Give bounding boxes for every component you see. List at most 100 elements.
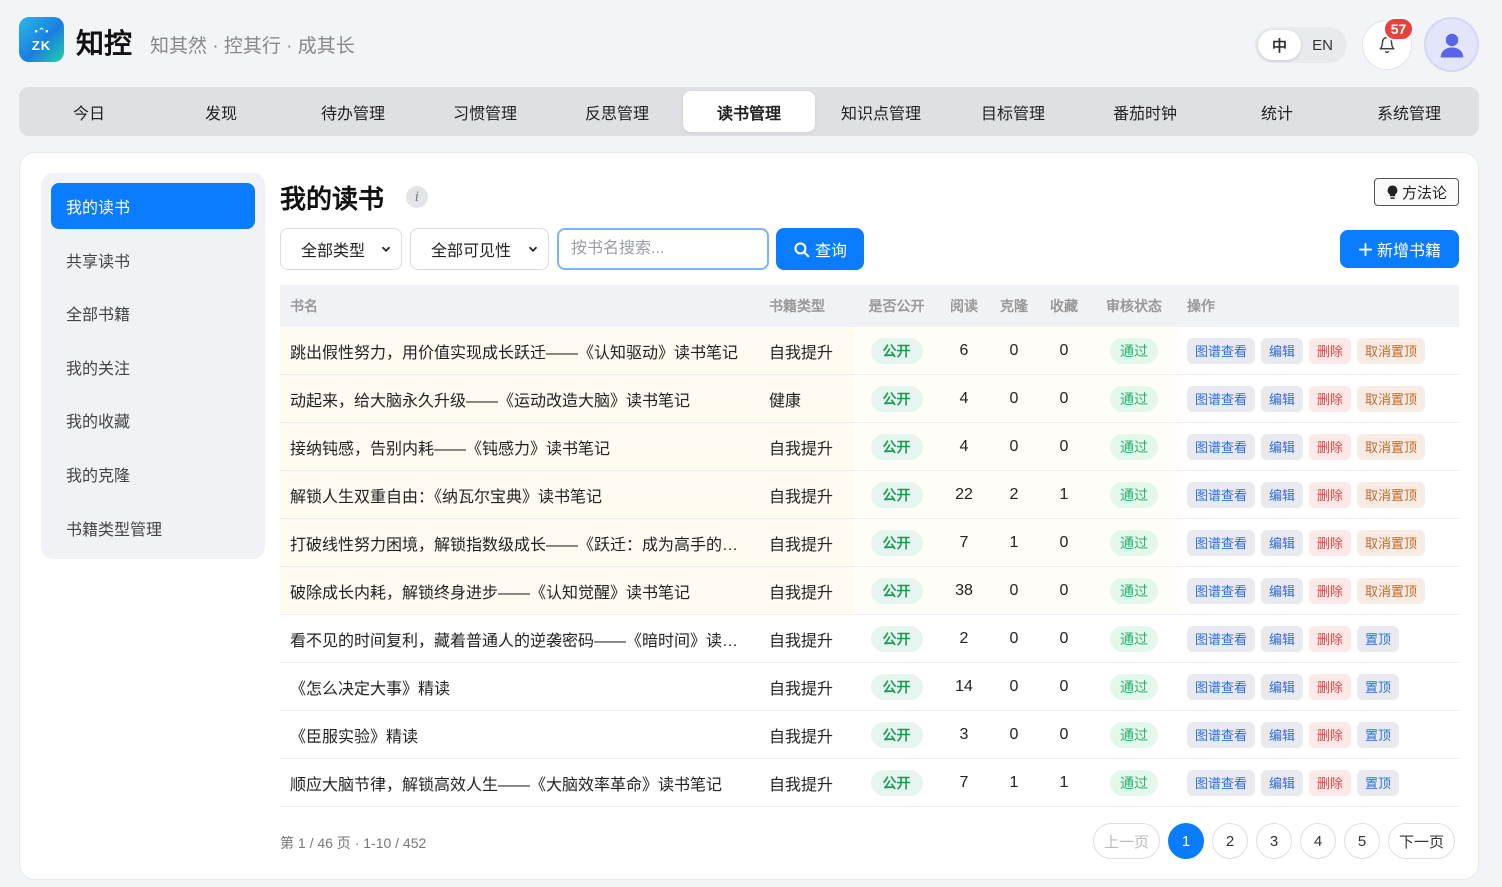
book-name-cell: 《怎么决定大事》精读	[280, 663, 759, 710]
query-button[interactable]: 查询	[776, 228, 864, 270]
nav-item-9[interactable]: 统计	[1211, 91, 1343, 132]
book-name[interactable]: 动起来，给大脑永久升级——《运动改造大脑》读书笔记	[290, 387, 690, 411]
graph-view-button[interactable]: 图谱查看	[1187, 529, 1256, 556]
ops-cell: 图谱查看 编辑 删除 取消置顶	[1179, 471, 1459, 518]
unpin-button[interactable]: 取消置顶	[1357, 433, 1426, 460]
graph-view-button[interactable]: 图谱查看	[1187, 769, 1256, 796]
graph-view-button[interactable]: 图谱查看	[1187, 337, 1256, 364]
delete-button[interactable]: 删除	[1309, 577, 1352, 604]
book-name[interactable]: 看不见的时间复利，藏着普通人的逆袭密码——《暗时间》读书...	[290, 627, 750, 651]
edit-button[interactable]: 编辑	[1261, 577, 1304, 604]
nav-item-0[interactable]: 今日	[23, 91, 155, 132]
sidebar-item-1[interactable]: 共享读书	[51, 237, 255, 283]
edit-button[interactable]: 编辑	[1261, 337, 1304, 364]
graph-view-button[interactable]: 图谱查看	[1187, 433, 1256, 460]
book-name[interactable]: 破除成长内耗，解锁终身进步——《认知觉醒》读书笔记	[290, 579, 690, 603]
delete-button[interactable]: 删除	[1309, 673, 1352, 700]
delete-button[interactable]: 删除	[1309, 433, 1352, 460]
lang-zh-button[interactable]: 中	[1258, 30, 1301, 60]
unpin-button[interactable]: 取消置顶	[1357, 337, 1426, 364]
type-select-value: 全部类型	[301, 243, 366, 260]
book-name[interactable]: 《臣服实验》精读	[290, 723, 418, 747]
page-button-3[interactable]: 3	[1256, 823, 1293, 859]
nav-item-7[interactable]: 目标管理	[947, 91, 1079, 132]
search-input[interactable]	[557, 228, 769, 270]
sidebar-item-2[interactable]: 全部书籍	[51, 290, 255, 336]
book-name[interactable]: 解锁人生双重自由：《纳瓦尔宝典》读书笔记	[290, 483, 602, 507]
add-book-button[interactable]: 新增书籍	[1340, 230, 1459, 268]
info-icon[interactable]: i	[406, 186, 428, 208]
sidebar-item-4[interactable]: 我的收藏	[51, 397, 255, 443]
delete-button[interactable]: 删除	[1309, 721, 1352, 748]
header-fav: 收藏	[1050, 298, 1078, 314]
book-name[interactable]: 打破线性努力困境，解锁指数级成长——《跃迁：成为高手的技...	[290, 531, 750, 555]
pin-button[interactable]: 置顶	[1357, 625, 1400, 652]
sidebar-item-3[interactable]: 我的关注	[51, 344, 255, 390]
delete-button[interactable]: 删除	[1309, 337, 1352, 364]
nav-item-6[interactable]: 知识点管理	[815, 91, 947, 132]
table-row: 打破线性努力困境，解锁指数级成长——《跃迁：成为高手的技... 自我提升 公开 7 1 0…	[280, 519, 1459, 567]
delete-button[interactable]: 删除	[1309, 769, 1352, 796]
nav-item-1[interactable]: 发现	[155, 91, 287, 132]
nav-item-4[interactable]: 反思管理	[551, 91, 683, 132]
nav-item-10[interactable]: 系统管理	[1343, 91, 1475, 132]
graph-view-button[interactable]: 图谱查看	[1187, 385, 1256, 412]
fav-count: 0	[1059, 629, 1069, 647]
book-name[interactable]: 跳出假性努力，用价值实现成长跃迁——《认知驱动》读书笔记	[290, 339, 738, 363]
delete-button[interactable]: 删除	[1309, 625, 1352, 652]
unpin-button[interactable]: 取消置顶	[1357, 481, 1426, 508]
visibility-select[interactable]: 全部可见性	[410, 228, 549, 270]
page-button-5[interactable]: 5	[1344, 823, 1381, 859]
page-button-2[interactable]: 2	[1212, 823, 1249, 859]
book-name[interactable]: 《怎么决定大事》精读	[290, 675, 450, 699]
lang-en-button[interactable]: EN	[1301, 30, 1344, 60]
pin-button[interactable]: 置顶	[1357, 673, 1400, 700]
read-count: 7	[959, 773, 969, 791]
next-page-button[interactable]: 下一页	[1388, 823, 1456, 859]
pin-button[interactable]: 置顶	[1357, 769, 1400, 796]
edit-button[interactable]: 编辑	[1261, 769, 1304, 796]
graph-view-button[interactable]: 图谱查看	[1187, 625, 1256, 652]
edit-button[interactable]: 编辑	[1261, 673, 1304, 700]
unpin-button[interactable]: 取消置顶	[1357, 577, 1426, 604]
nav-item-2[interactable]: 待办管理	[287, 91, 419, 132]
page-button-1[interactable]: 1	[1168, 823, 1205, 859]
user-avatar[interactable]	[1424, 17, 1479, 72]
page-button-4[interactable]: 4	[1300, 823, 1337, 859]
delete-button[interactable]: 删除	[1309, 529, 1352, 556]
status-badge: 通过	[1110, 481, 1158, 508]
graph-view-button[interactable]: 图谱查看	[1187, 577, 1256, 604]
type-select[interactable]: 全部类型	[280, 228, 402, 270]
book-name[interactable]: 接纳钝感，告别内耗——《钝感力》读书笔记	[290, 435, 610, 459]
notification-badge: 57	[1383, 17, 1414, 41]
visibility-select-value: 全部可见性	[431, 243, 512, 260]
graph-view-button[interactable]: 图谱查看	[1187, 481, 1256, 508]
nav-item-5[interactable]: 读书管理	[683, 91, 815, 132]
graph-view-button[interactable]: 图谱查看	[1187, 721, 1256, 748]
edit-button[interactable]: 编辑	[1261, 625, 1304, 652]
edit-button[interactable]: 编辑	[1261, 433, 1304, 460]
sidebar-item-0[interactable]: 我的读书	[51, 183, 255, 229]
edit-button[interactable]: 编辑	[1261, 529, 1304, 556]
unpin-button[interactable]: 取消置顶	[1357, 529, 1426, 556]
sidebar-item-5[interactable]: 我的克隆	[51, 451, 255, 497]
nav-item-3[interactable]: 习惯管理	[419, 91, 551, 132]
edit-button[interactable]: 编辑	[1261, 481, 1304, 508]
sidebar-item-6[interactable]: 书籍类型管理	[51, 505, 255, 551]
prev-page-button[interactable]: 上一页	[1093, 823, 1161, 859]
book-name-cell: 看不见的时间复利，藏着普通人的逆袭密码——《暗时间》读书...	[280, 615, 759, 662]
methodology-button[interactable]: 方法论	[1374, 178, 1459, 206]
public-badge: 公开	[870, 577, 923, 604]
graph-view-button[interactable]: 图谱查看	[1187, 673, 1256, 700]
table-row: 破除成长内耗，解锁终身进步——《认知觉醒》读书笔记 自我提升 公开 38 0 0 通过 图谱查…	[280, 567, 1459, 615]
nav-item-8[interactable]: 番茄时钟	[1079, 91, 1211, 132]
pin-button[interactable]: 置顶	[1357, 721, 1400, 748]
book-name[interactable]: 顺应大脑节律，解锁高效人生——《大脑效率革命》读书笔记	[290, 771, 722, 795]
edit-button[interactable]: 编辑	[1261, 385, 1304, 412]
read-count: 4	[939, 423, 989, 470]
delete-button[interactable]: 删除	[1309, 385, 1352, 412]
app-logo[interactable]: •⌃• ZK	[19, 17, 64, 62]
delete-button[interactable]: 删除	[1309, 481, 1352, 508]
edit-button[interactable]: 编辑	[1261, 721, 1304, 748]
unpin-button[interactable]: 取消置顶	[1357, 385, 1426, 412]
